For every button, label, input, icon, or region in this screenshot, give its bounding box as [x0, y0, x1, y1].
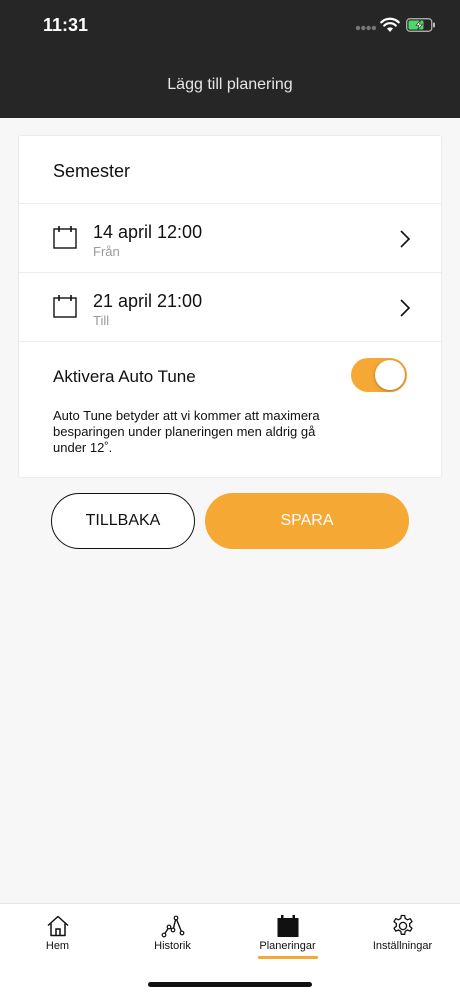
tab-settings[interactable]: Inställningar	[345, 904, 460, 964]
save-button[interactable]: SPARA	[205, 493, 409, 549]
to-date-row[interactable]: 21 april 21:00 Till	[19, 273, 441, 342]
auto-tune-label: Aktivera Auto Tune	[53, 367, 196, 386]
gear-icon	[393, 914, 413, 935]
tab-label: Historik	[154, 940, 191, 952]
toggle-knob	[375, 360, 405, 390]
to-label: Till	[93, 313, 110, 328]
tab-label: Hem	[45, 940, 70, 952]
from-label: Från	[93, 244, 120, 259]
battery-icon	[406, 18, 435, 32]
plan-name: Semester	[53, 161, 131, 181]
signal-icon	[355, 25, 377, 31]
auto-tune-description: Auto Tune betyder att vi kommer att maxi…	[53, 408, 320, 455]
to-date: 21 april 21:00	[93, 291, 203, 311]
chevron-right-icon	[400, 230, 411, 248]
from-date-row[interactable]: 14 april 12:00 Från	[19, 204, 441, 273]
calendar-icon	[277, 915, 299, 937]
home-indicator	[148, 982, 312, 987]
plan-name-row[interactable]: Semester	[19, 136, 441, 204]
active-tab-indicator	[258, 956, 318, 959]
calendar-icon	[53, 295, 77, 318]
page-title: Lägg till planering	[167, 76, 293, 93]
plan-form-card: Semester 14 april 12:00 Från 21 april 21…	[18, 135, 442, 478]
status-time: 11:31	[43, 15, 89, 35]
status-bar: 11:31	[0, 0, 460, 50]
tab-label: Planeringar	[259, 940, 316, 952]
chevron-right-icon	[400, 299, 411, 317]
tab-home[interactable]: Hem	[0, 904, 115, 964]
auto-tune-toggle[interactable]	[351, 358, 407, 392]
nav-bar: Lägg till planering	[0, 50, 460, 118]
tab-history[interactable]: Historik	[115, 904, 230, 964]
tab-label: Inställningar	[372, 940, 433, 952]
back-button[interactable]: TILLBAKA	[51, 493, 195, 549]
home-icon	[47, 915, 69, 937]
from-date: 14 april 12:00	[93, 222, 203, 242]
calendar-icon	[53, 226, 77, 249]
wifi-icon	[380, 17, 400, 32]
history-icon	[161, 915, 185, 938]
tab-planeringar[interactable]: Planeringar	[230, 904, 345, 964]
